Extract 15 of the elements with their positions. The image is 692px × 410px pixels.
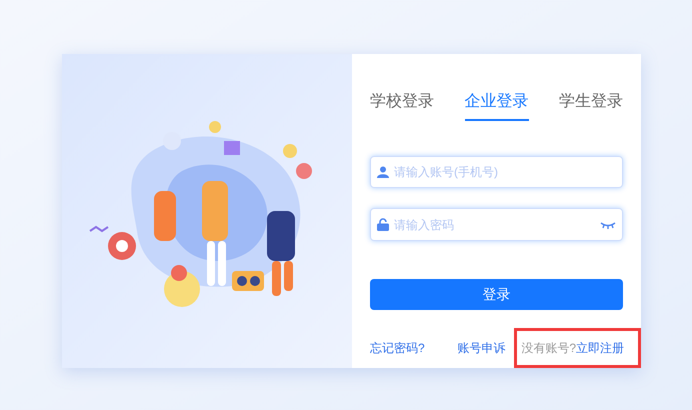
login-tab[interactable]: 企业登录 [464, 90, 528, 121]
login-button[interactable]: 登录 [370, 278, 623, 310]
no-account-text: 没有账号? [521, 340, 576, 357]
password-field[interactable]: 请输入密码 [370, 208, 623, 241]
user-icon [377, 166, 389, 178]
text-link[interactable]: 忘记密码? [370, 339, 425, 357]
closed-eye-icon[interactable] [600, 220, 616, 229]
password-input[interactable]: 请输入密码 [394, 216, 595, 234]
login-tab[interactable]: 学生登录 [559, 90, 623, 121]
account-field[interactable]: 请输入账号(手机号) [370, 156, 623, 188]
account-input[interactable]: 请输入账号(手机号) [394, 163, 616, 182]
register-link[interactable]: 立即注册 [576, 339, 624, 357]
text-link[interactable]: 账号申诉 [458, 339, 506, 357]
login-tab[interactable]: 学校登录 [370, 90, 434, 121]
lock-icon [377, 218, 389, 232]
